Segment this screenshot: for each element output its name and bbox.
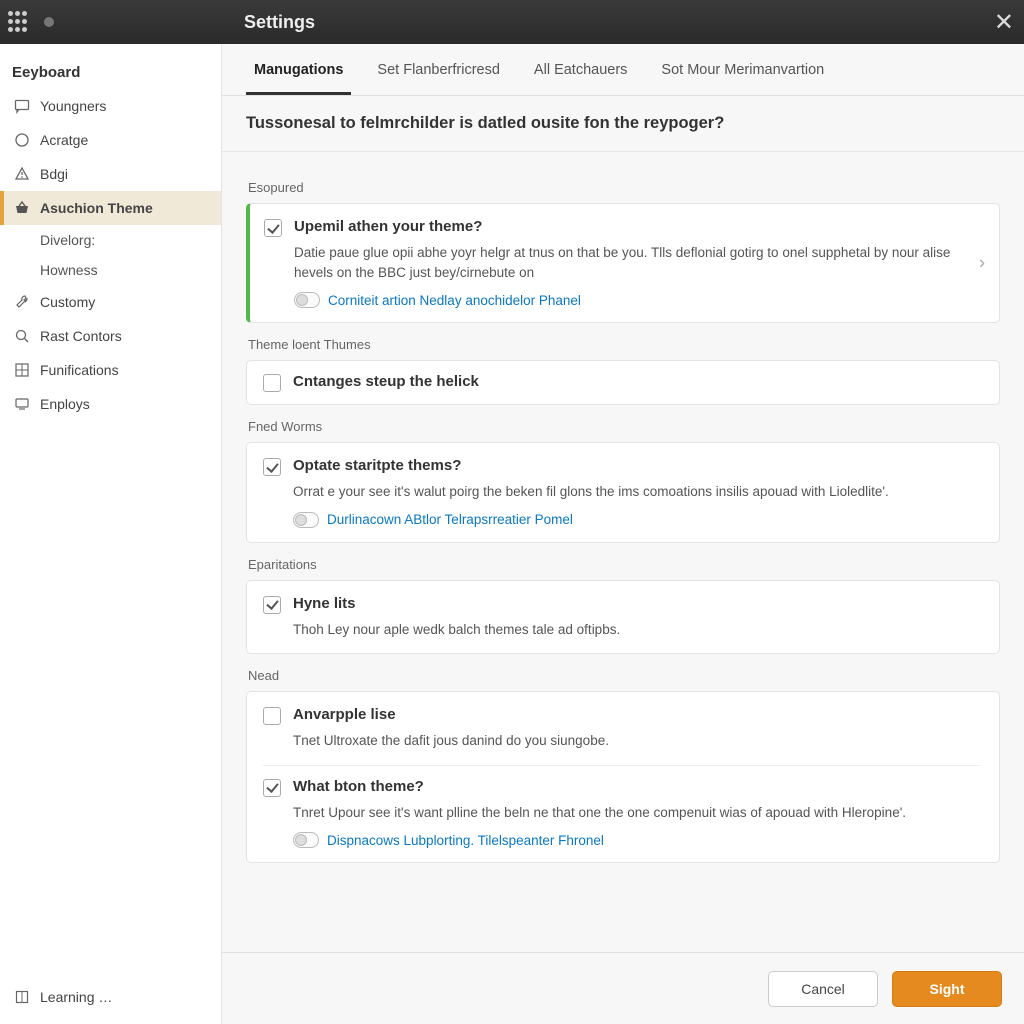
option-desc: Tnret Upour see it's want plline the bel… bbox=[293, 803, 981, 823]
titlebar: Settings ✕ bbox=[0, 0, 1024, 44]
checkbox-ctanges[interactable] bbox=[263, 374, 281, 392]
section-label-nead: Nead bbox=[248, 668, 998, 683]
sidebar-item-label: Acratge bbox=[40, 132, 88, 148]
option-title: Optate staritpte thems? bbox=[293, 457, 981, 474]
sidebar-item-funifications[interactable]: Funifications bbox=[0, 353, 221, 387]
option-desc: Orrat e your see it's walut poirg the be… bbox=[293, 482, 981, 502]
sidebar-item-customy[interactable]: Customy bbox=[0, 285, 221, 319]
link-durlinacown-pomel[interactable]: Durlinacown ABtlor Telrapsrreatier Pomel bbox=[327, 512, 573, 527]
card-nead-group: Anvarpple lise Tnet Ultroxate the dafit … bbox=[246, 691, 1000, 863]
sidebar-subitem-divelorg[interactable]: Divelorg: bbox=[0, 225, 221, 255]
app-logo-icon bbox=[8, 11, 30, 33]
sidebar-item-label: Bdgi bbox=[40, 166, 68, 182]
sidebar-item-label: Funifications bbox=[40, 362, 119, 378]
warning-icon bbox=[14, 166, 30, 182]
sidebar-item-asuchion-theme[interactable]: Asuchion Theme bbox=[0, 191, 221, 225]
toggle-cornite[interactable] bbox=[294, 292, 320, 308]
checkbox-hyne-lits[interactable] bbox=[263, 596, 281, 614]
tab-set-flanber[interactable]: Set Flanberfricresd bbox=[369, 44, 508, 95]
basket-icon bbox=[14, 200, 30, 216]
link-dispnacows-fhronel[interactable]: Dispnacows Lubplorting. Tilelspeanter Fh… bbox=[327, 833, 604, 848]
card-ctanges-helick: Cntanges steup the helick bbox=[246, 360, 1000, 405]
chevron-right-icon[interactable]: › bbox=[979, 253, 985, 274]
card-optate-thems: Optate staritpte thems? Orrat e your see… bbox=[246, 442, 1000, 543]
section-label-theme-loent: Theme loent Thumes bbox=[248, 337, 998, 352]
settings-scroll[interactable]: Esopured Upemil athen your theme? Datie … bbox=[222, 152, 1024, 1024]
checkbox-anvarpple[interactable] bbox=[263, 707, 281, 725]
monitor-icon bbox=[14, 396, 30, 412]
section-label-eparitations: Eparitations bbox=[248, 557, 998, 572]
status-dot-icon bbox=[44, 17, 54, 27]
sidebar-item-label: Customy bbox=[40, 294, 95, 310]
sidebar-item-youngners[interactable]: Youngners bbox=[0, 89, 221, 123]
circle-icon bbox=[14, 132, 30, 148]
sidebar-item-enploys[interactable]: Enploys bbox=[0, 387, 221, 421]
sidebar-item-rast-contors[interactable]: Rast Contors bbox=[0, 319, 221, 353]
grid-icon bbox=[14, 362, 30, 378]
option-desc: Thoh Ley nour aple wedk balch themes tal… bbox=[293, 620, 981, 640]
option-desc: Datie paue glue opii abhe yoyr helgr at … bbox=[294, 243, 981, 282]
window-title: Settings bbox=[244, 12, 315, 33]
wrench-icon bbox=[14, 294, 30, 310]
tab-all-eatchauers[interactable]: All Eatchauers bbox=[526, 44, 636, 95]
toggle-durlinacown[interactable] bbox=[293, 512, 319, 528]
sidebar-subitem-howness[interactable]: Howness bbox=[0, 255, 221, 285]
card-upemil-theme: Upemil athen your theme? Datie paue glue… bbox=[246, 203, 1000, 323]
sidebar-item-label: Enploys bbox=[40, 396, 90, 412]
main-panel: Manugations Set Flanberfricresd All Eatc… bbox=[222, 44, 1024, 1024]
tab-manugations[interactable]: Manugations bbox=[246, 44, 351, 95]
footer-bar: Cancel Sight bbox=[222, 952, 1024, 1024]
tab-bar: Manugations Set Flanberfricresd All Eatc… bbox=[222, 44, 1024, 96]
book-icon bbox=[14, 989, 30, 1005]
checkbox-what-bton[interactable] bbox=[263, 779, 281, 797]
sidebar: Eeyboard Youngners Acratge Bdgi Asuchion… bbox=[0, 44, 222, 1024]
sidebar-header: Eeyboard bbox=[0, 56, 221, 89]
card-hyne-lits: Hyne lits Thoh Ley nour aple wedk balch … bbox=[246, 580, 1000, 655]
option-title: Hyne lits bbox=[293, 595, 981, 612]
page-question: Tussonesal to felmrchilder is datled ous… bbox=[222, 96, 1024, 152]
sidebar-item-label: Asuchion Theme bbox=[40, 200, 153, 216]
search-icon bbox=[14, 328, 30, 344]
checkbox-upemil-theme[interactable] bbox=[264, 219, 282, 237]
close-icon[interactable]: ✕ bbox=[994, 8, 1014, 37]
sidebar-item-label: Rast Contors bbox=[40, 328, 122, 344]
save-button[interactable]: Sight bbox=[892, 971, 1002, 1007]
option-title: What bton theme? bbox=[293, 778, 981, 795]
sidebar-item-label: Learning … bbox=[40, 989, 112, 1005]
option-title: Cntanges steup the helick bbox=[293, 373, 479, 390]
cancel-button[interactable]: Cancel bbox=[768, 971, 878, 1007]
sidebar-item-bdgi[interactable]: Bdgi bbox=[0, 157, 221, 191]
option-title: Upemil athen your theme? bbox=[294, 218, 981, 235]
section-label-esopured: Esopured bbox=[248, 180, 998, 195]
option-desc: Tnet Ultroxate the dafit jous danind do … bbox=[293, 731, 981, 751]
toggle-dispnacows[interactable] bbox=[293, 832, 319, 848]
sidebar-item-acratge[interactable]: Acratge bbox=[0, 123, 221, 157]
sidebar-item-learning[interactable]: Learning … bbox=[0, 980, 222, 1014]
checkbox-optate[interactable] bbox=[263, 458, 281, 476]
section-label-fned-worms: Fned Worms bbox=[248, 419, 998, 434]
message-icon bbox=[14, 98, 30, 114]
tab-sot-mour[interactable]: Sot Mour Merimanvartion bbox=[653, 44, 832, 95]
link-cornite-phanel[interactable]: Corniteit artion Nedlay anochidelor Phan… bbox=[328, 293, 581, 308]
option-title: Anvarpple lise bbox=[293, 706, 981, 723]
sidebar-item-label: Youngners bbox=[40, 98, 106, 114]
